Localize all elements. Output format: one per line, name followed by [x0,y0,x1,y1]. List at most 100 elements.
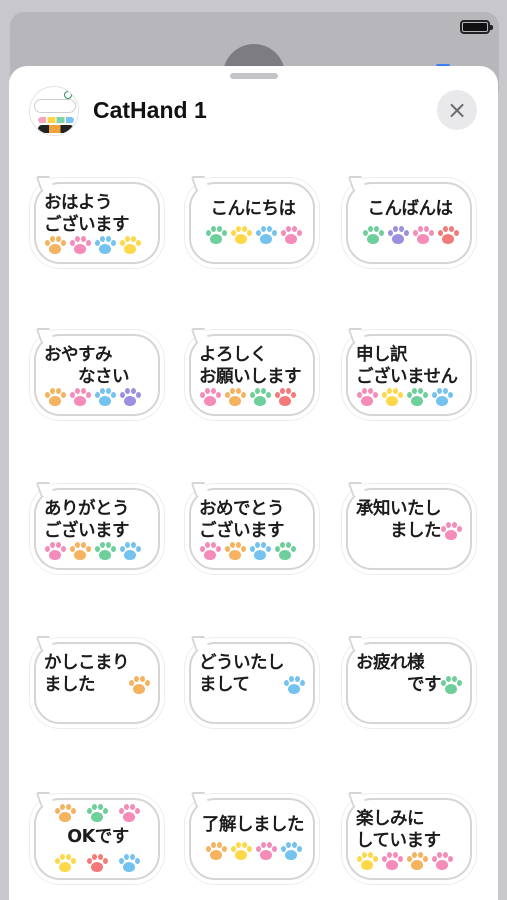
paw-icon [230,842,252,862]
paw-icon [205,842,227,862]
sticker-text: 了解しました [202,815,305,835]
sheet-title: CatHand 1 [93,97,207,123]
bubble-tail [35,636,55,650]
paw-icon [255,842,277,862]
paw-icon [69,542,91,562]
bubble-icon [34,99,76,113]
paw-row [54,804,140,824]
sticker-text: OKです [67,827,129,847]
sticker[interactable]: こんにちは [189,176,317,268]
paw-icon [283,676,305,696]
app-icon [29,86,79,136]
paw-icon [128,676,150,696]
paw-icon [86,854,108,874]
paw-icon [406,388,428,408]
sticker[interactable]: どういたし まして [189,636,317,728]
bubble-tail [190,792,210,806]
cats-icon [38,125,74,133]
paw-icon [199,542,221,562]
play-icon [64,91,72,99]
sticker-text: おやすみ なさい [44,345,130,387]
sticker-sheet: CatHand 1 × おはよう ございます こんにちは こんばんはおやすみ なさい… [9,66,498,900]
sheet-grabber[interactable] [230,73,278,79]
paw-icon [280,226,302,246]
paw-icon [119,388,141,408]
paw-icon [44,388,66,408]
paw-row [205,842,302,862]
paw-row [128,676,150,696]
bubble-tail [35,792,55,806]
sticker[interactable]: お疲れ様 です [346,636,474,728]
paw-icon [274,388,296,408]
paw-row [283,676,305,696]
close-button[interactable]: × [437,90,477,130]
sticker-text: こんにちは [210,199,297,219]
paws-icon [38,117,74,123]
bubble-tail [35,176,55,190]
paw-icon [431,852,453,872]
paw-icon [362,226,384,246]
paw-icon [94,236,116,256]
sticker[interactable]: よろしく お願いします [189,328,317,420]
paw-icon [255,226,277,246]
paw-icon [437,226,459,246]
paw-icon [86,804,108,824]
paw-icon [118,854,140,874]
sticker[interactable]: 申し訳 ございません [346,328,474,420]
paw-row [356,852,453,872]
bubble-tail [190,482,210,496]
paw-row [199,542,296,562]
bubble-tail [347,636,367,650]
paw-icon [224,542,246,562]
paw-icon [69,236,91,256]
bubble-tail [347,792,367,806]
sheet-header: CatHand 1 × [9,82,498,138]
sticker-text: ありがとう ございます [44,499,130,541]
paw-icon [440,522,462,542]
paw-icon [230,226,252,246]
close-icon: × [446,96,468,124]
bubble-tail [347,482,367,496]
bubble-tail [190,176,210,190]
sticker[interactable]: 承知いたし ました [346,482,474,574]
sticker-text: 楽しみに しています [356,809,441,851]
sticker[interactable]: 楽しみに しています [346,792,474,884]
paw-icon [387,226,409,246]
paw-icon [431,388,453,408]
paw-row [44,388,141,408]
sticker[interactable]: おやすみ なさい [34,328,162,420]
paw-icon [381,852,403,872]
speech-bubble [346,182,472,264]
paw-row [199,388,296,408]
paw-icon [199,388,221,408]
speech-bubble [189,182,315,264]
paw-icon [274,542,296,562]
paw-icon [280,842,302,862]
paw-row [44,236,141,256]
bubble-tail [190,328,210,342]
paw-icon [119,542,141,562]
bubble-tail [347,328,367,342]
paw-row [54,854,140,874]
paw-icon [118,804,140,824]
bubble-tail [35,328,55,342]
paw-icon [205,226,227,246]
sticker-text: おめでとう ございます [199,499,285,541]
bubble-tail [190,636,210,650]
paw-row [44,542,141,562]
sticker[interactable]: 了解しました [189,792,317,884]
screen: CatHand 1 × おはよう ございます こんにちは こんばんはおやすみ なさい… [0,0,507,900]
paw-icon [44,236,66,256]
sticker-text: おはよう ございます [44,193,130,235]
paw-row [205,226,302,246]
sticker[interactable]: OKです [34,792,162,884]
battery-icon [460,20,493,34]
sticker[interactable]: おはよう ございます [34,176,162,268]
paw-row [440,676,462,696]
sticker[interactable]: かしこまり ました [34,636,162,728]
sticker[interactable]: ありがとう ございます [34,482,162,574]
paw-icon [54,854,76,874]
sticker-text: こんばんは [367,199,454,219]
sticker[interactable]: こんばんは [346,176,474,268]
sticker[interactable]: おめでとう ございます [189,482,317,574]
